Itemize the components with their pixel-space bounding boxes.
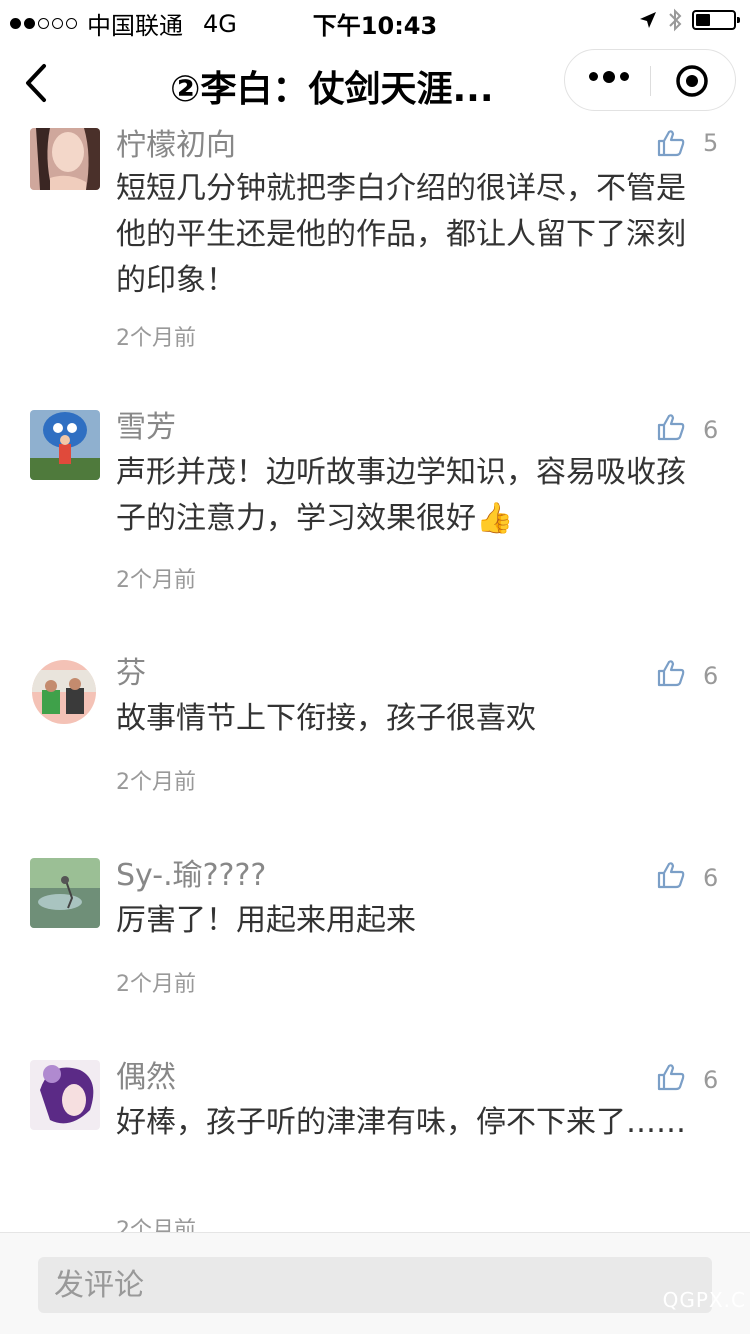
- thumbs-up-icon[interactable]: [656, 412, 686, 442]
- comment-bar: 发评论: [0, 1232, 750, 1334]
- like-count: 6: [703, 1066, 719, 1094]
- like-count: 6: [703, 662, 719, 690]
- commenter-name: 柠檬初向: [116, 128, 236, 163]
- page-title: ②李白：仗剑天涯...: [170, 69, 494, 110]
- more-options-icon[interactable]: [589, 70, 629, 83]
- avatar[interactable]: [30, 128, 100, 190]
- nav-bar: ②李白：仗剑天涯...: [0, 40, 750, 128]
- back-arrow-icon[interactable]: [18, 60, 58, 106]
- thumbs-up-icon[interactable]: [656, 1062, 686, 1092]
- comment-list[interactable]: 柠檬初向 5 短短几分钟就把李白介绍的很详尽，不管是他的平生还是他的作品，都让人…: [0, 128, 750, 1232]
- status-bar: 中国联通 4G 下午10:43: [0, 0, 750, 40]
- capsule-divider: [650, 66, 651, 96]
- thumbs-up-icon[interactable]: [656, 128, 686, 158]
- comment-time: 2个月前: [116, 972, 196, 997]
- avatar[interactable]: [30, 410, 100, 480]
- status-right: [638, 8, 740, 32]
- like-count: 6: [703, 864, 719, 892]
- avatar[interactable]: [30, 1060, 100, 1130]
- watermark: QGPX.C: [662, 1288, 746, 1312]
- comment-text: 故事情节上下衔接，孩子很喜欢: [116, 701, 536, 736]
- comment-time: 2个月前: [116, 568, 196, 593]
- avatar[interactable]: [32, 660, 96, 724]
- comment-time: 2个月前: [116, 326, 196, 351]
- location-arrow-icon: [640, 12, 656, 28]
- commenter-name: 芬: [116, 656, 146, 691]
- comment-input[interactable]: 发评论: [38, 1257, 712, 1313]
- commenter-name: Sy-.瑜????: [116, 858, 267, 893]
- comment-text: 短短几分钟就把李白介绍的很详尽，不管是他的平生还是他的作品，都让人留下了深刻的印…: [116, 171, 686, 298]
- commenter-name: 偶然: [116, 1060, 176, 1095]
- bluetooth-icon: [669, 8, 682, 32]
- comment-time: 2个月前: [116, 770, 196, 795]
- like-count: 6: [703, 416, 719, 444]
- comment-time: 2个月前: [116, 1218, 196, 1232]
- mini-program-capsule: [564, 49, 736, 111]
- comment-text: 厉害了！用起来用起来: [116, 903, 416, 938]
- close-target-icon[interactable]: [675, 64, 709, 98]
- battery-icon: [692, 10, 740, 30]
- like-count: 5: [703, 129, 719, 157]
- thumbs-up-icon[interactable]: [656, 860, 686, 890]
- avatar[interactable]: [30, 858, 100, 928]
- comment-text: 好棒，孩子听的津津有味，停不下来了……: [116, 1105, 686, 1140]
- commenter-name: 雪芳: [116, 410, 176, 445]
- thumbs-up-icon[interactable]: [656, 658, 686, 688]
- comment-text: 声形并茂！边听故事边学知识，容易吸收孩子的注意力，学习效果很好👍: [116, 455, 686, 536]
